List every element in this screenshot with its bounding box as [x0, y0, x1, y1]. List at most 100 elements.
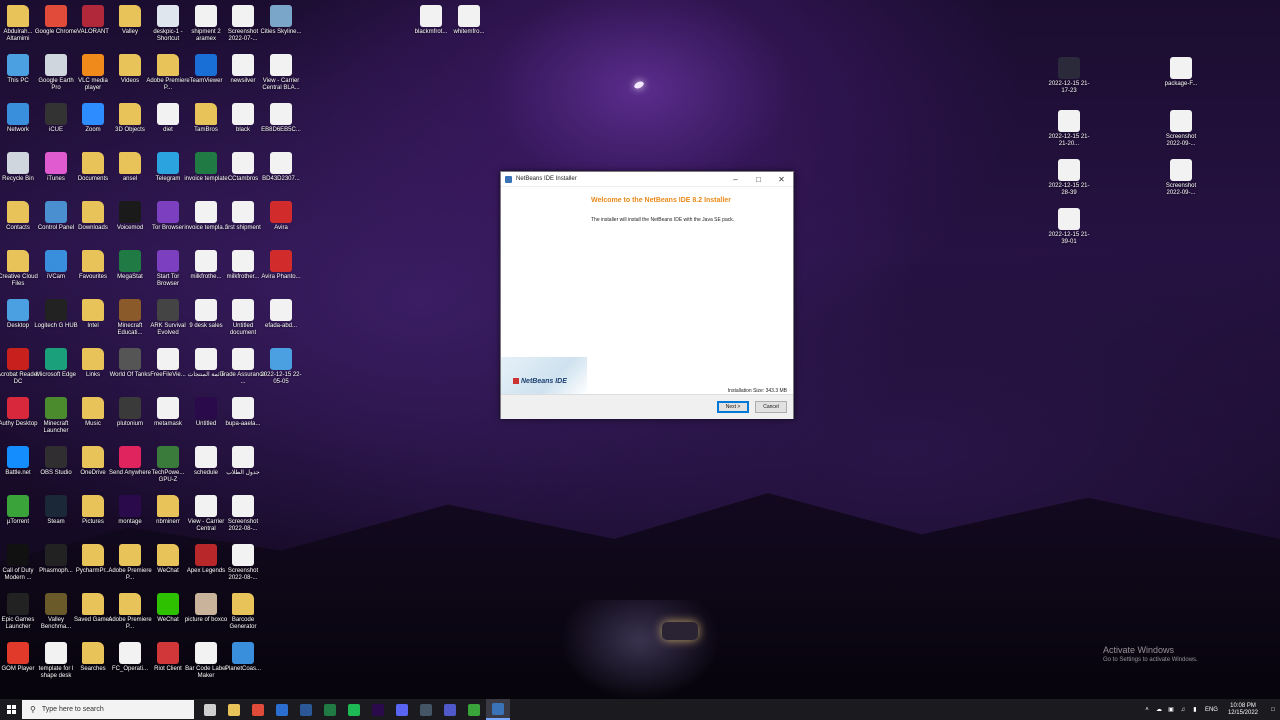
welcome-title: Welcome to the NetBeans IDE 8.2 Installe… — [591, 197, 731, 204]
riot-icon — [157, 642, 179, 664]
image-icon — [1170, 159, 1192, 181]
file-icon — [420, 5, 442, 27]
chrome-icon — [252, 703, 264, 716]
desktop-icon-label: Screenshot 2022-09-... — [1165, 183, 1197, 196]
folder-icon — [195, 103, 217, 125]
moon — [633, 80, 645, 90]
desktop-icon[interactable]: Screenshot 2022-09-... — [1158, 159, 1204, 207]
clock-date: 12/15/2022 — [1227, 709, 1258, 716]
task-view-icon — [204, 703, 216, 716]
desktop-icon[interactable]: 2022-12-15 21-17-23 — [1046, 57, 1092, 105]
desktop-icon[interactable]: Avira Phanto... — [258, 250, 304, 298]
file-icon — [270, 103, 292, 125]
next-button[interactable]: Next > — [717, 401, 749, 413]
maximize-icon[interactable]: □ — [747, 175, 770, 184]
desktop-icon[interactable]: 2022-12-15 21-21-20... — [1046, 110, 1092, 158]
desktop-icon-label: Avira Phanto... — [261, 274, 301, 280]
image-icon — [232, 495, 254, 517]
icue-icon — [45, 103, 67, 125]
file-icon — [157, 397, 179, 419]
valorant-icon — [82, 5, 104, 27]
desktop-icon[interactable]: EB8D6EB5C... — [258, 103, 304, 151]
minimize-icon[interactable]: – — [724, 175, 747, 184]
desktop-icon[interactable]: Barcode Generator — [220, 593, 266, 641]
teams-icon — [444, 703, 456, 716]
file-icon — [232, 201, 254, 223]
desktop-icon[interactable]: BD43D2307... — [258, 152, 304, 200]
desktop-icon-label: 2022-12-15 21-28-39 — [1048, 183, 1090, 196]
desktop-icon[interactable]: Screenshot 2022-08-... — [220, 544, 266, 592]
notification-icon[interactable]: □ — [1266, 707, 1280, 713]
desktop-icon[interactable]: Avira — [258, 201, 304, 249]
language-indicator[interactable]: ENG — [1205, 707, 1218, 713]
network-icon[interactable]: ▣ — [1165, 706, 1177, 713]
desktop-icon[interactable]: جدول الطلاب — [220, 446, 266, 494]
taskbar-app[interactable] — [222, 699, 246, 720]
taskbar-app[interactable] — [318, 699, 342, 720]
barcode-icon — [195, 642, 217, 664]
taskbar-app[interactable] — [462, 699, 486, 720]
utorrent-icon — [468, 703, 480, 716]
taskbar-app[interactable] — [246, 699, 270, 720]
desktop-icon[interactable]: 2022-12-15 22-05-05 — [258, 348, 304, 396]
control-panel-icon — [45, 201, 67, 223]
installer-titlebar[interactable]: NetBeans IDE Installer – □ ✕ — [501, 172, 793, 187]
chevron-up-icon[interactable]: ˄ — [1141, 707, 1153, 713]
desktop-icon[interactable]: PlanetCoas... — [220, 642, 266, 690]
close-icon[interactable]: ✕ — [770, 175, 793, 184]
folder-icon — [232, 593, 254, 615]
clock-time: 10:08 PM — [1230, 702, 1256, 709]
file-icon — [232, 446, 254, 468]
netbeans-logo: NetBeans IDE — [513, 378, 567, 385]
premiere-icon — [372, 703, 384, 716]
taskbar-app[interactable] — [390, 699, 414, 720]
gpuz-icon — [157, 446, 179, 468]
taskbar-app[interactable] — [486, 699, 510, 720]
desktop-icon-label: جدول الطلاب — [226, 470, 260, 476]
file-icon — [195, 299, 217, 321]
cancel-button[interactable]: Cancel — [755, 401, 787, 413]
tor-icon — [157, 201, 179, 223]
folder-icon — [157, 495, 179, 517]
taskbar-app[interactable] — [342, 699, 366, 720]
taskbar-app[interactable] — [198, 699, 222, 720]
start-button[interactable] — [0, 699, 22, 720]
desktop-icon[interactable]: Screenshot 2022-09-... — [1158, 110, 1204, 158]
desktop-icon[interactable]: efada-abd... — [258, 299, 304, 347]
installer-window-title: NetBeans IDE Installer — [516, 176, 577, 182]
desktop-icon[interactable]: 2022-12-15 21-28-39 — [1046, 159, 1092, 207]
folder-icon — [119, 54, 141, 76]
taskbar-app[interactable] — [438, 699, 462, 720]
chrome-icon — [45, 5, 67, 27]
desktop-icon[interactable]: whitemfro... — [446, 5, 492, 53]
volume-icon[interactable]: ♫ — [1177, 707, 1189, 713]
desktop-icon-label: 2022-12-15 21-21-20... — [1048, 134, 1090, 147]
desktop-icon[interactable]: Cities Skyline... — [258, 5, 304, 53]
folder-icon — [82, 348, 104, 370]
folder-icon — [157, 54, 179, 76]
desktop-icon[interactable]: bupa-aaela... — [220, 397, 266, 445]
desktop-icon[interactable]: View - Carrier Central BLA... — [258, 54, 304, 102]
photo-icon — [195, 593, 217, 615]
taskbar-app[interactable] — [294, 699, 318, 720]
taskbar-app[interactable] — [270, 699, 294, 720]
desktop-icon[interactable]: package-F... — [1158, 57, 1204, 105]
cloud-icon[interactable]: ☁ — [1153, 706, 1165, 713]
taskbar-app[interactable] — [414, 699, 438, 720]
apex-icon — [195, 544, 217, 566]
desktop-icon[interactable]: Screenshot 2022-08-... — [220, 495, 266, 543]
file-icon — [232, 348, 254, 370]
file-icon — [270, 152, 292, 174]
taskbar-app[interactable] — [366, 699, 390, 720]
watermark-line-1: Activate Windows — [1103, 645, 1175, 655]
folder-icon — [157, 544, 179, 566]
desktop-icon[interactable]: 2022-12-15 21-39-01 — [1046, 208, 1092, 256]
taskbar-search[interactable]: ⚲ Type here to search — [22, 700, 194, 719]
authy-icon — [7, 397, 29, 419]
image-icon — [1170, 110, 1192, 132]
excel-icon — [119, 250, 141, 272]
battery-icon[interactable]: ▮ — [1189, 706, 1201, 713]
folder-icon — [7, 5, 29, 27]
utorrent-icon — [7, 495, 29, 517]
clock[interactable]: 10:08 PM 12/15/2022 — [1228, 703, 1258, 717]
